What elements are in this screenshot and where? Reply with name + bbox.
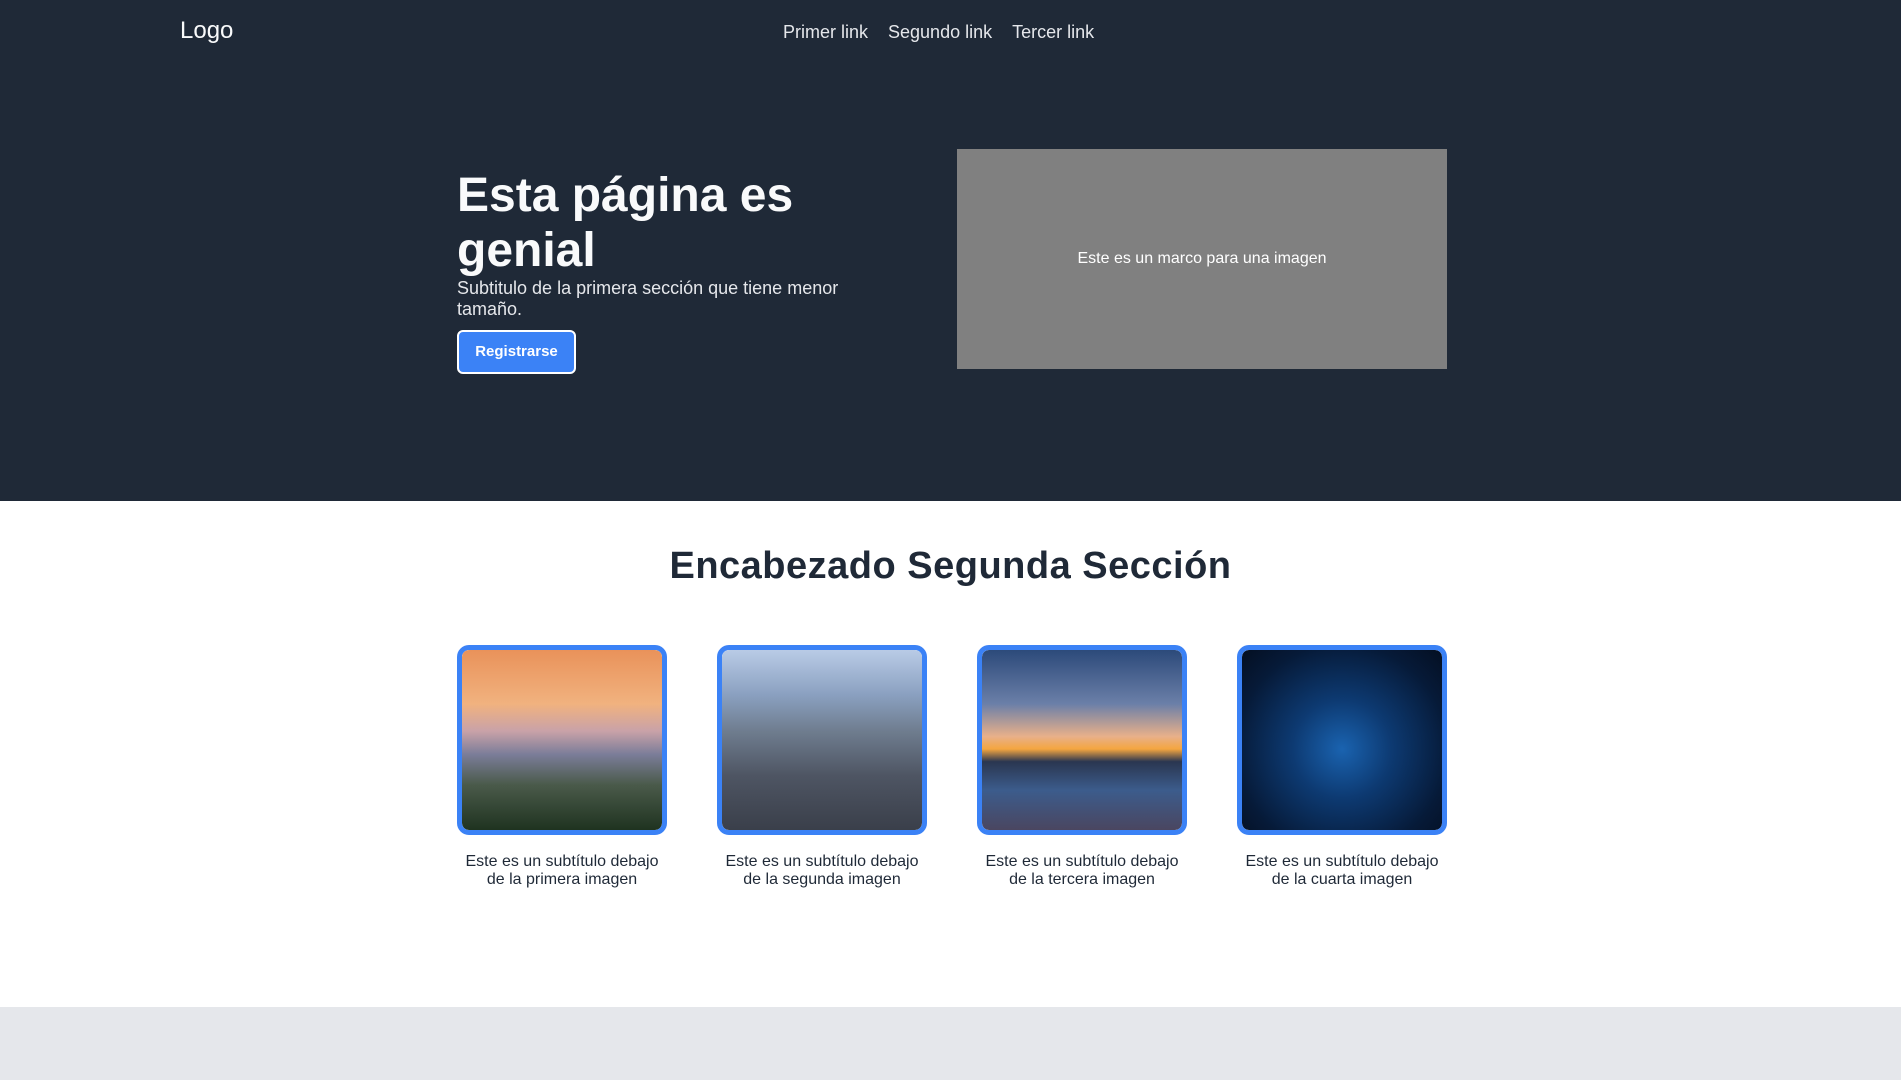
card-image xyxy=(457,645,667,835)
register-button[interactable]: Registrarse xyxy=(457,330,576,374)
card: Este es un subtítulo debajo de la segund… xyxy=(717,645,927,889)
card-caption: Este es un subtítulo debajo de la tercer… xyxy=(985,853,1179,888)
second-section: Encabezado Segunda Sección Este es un su… xyxy=(0,501,1901,1007)
mountain-sunset-image xyxy=(462,650,662,830)
card-image xyxy=(717,645,927,835)
image-frame-label: Este es un marco para una imagen xyxy=(1077,250,1327,267)
blue-nebula-image xyxy=(1242,650,1442,830)
card-grid: Este es un subtítulo debajo de la primer… xyxy=(457,645,1447,889)
logo[interactable]: Logo xyxy=(180,17,233,45)
nav-link-tercer[interactable]: Tercer link xyxy=(1012,22,1094,43)
hero-title: Esta página es genial xyxy=(457,169,794,277)
ocean-sunset-image xyxy=(982,650,1182,830)
card-caption: Este es un subtítulo debajo de la segund… xyxy=(725,853,919,888)
nav-link-segundo[interactable]: Segundo link xyxy=(888,22,992,43)
image-frame: Este es un marco para una imagen xyxy=(957,149,1447,369)
nav-link-primer[interactable]: Primer link xyxy=(783,22,868,43)
section-heading: Encabezado Segunda Sección xyxy=(669,545,1232,587)
card-image xyxy=(1237,645,1447,835)
card: Este es un subtítulo debajo de la primer… xyxy=(457,645,667,889)
card: Este es un subtítulo debajo de la tercer… xyxy=(977,645,1187,889)
main-nav: Primer link Segundo link Tercer link xyxy=(783,22,1094,43)
card-image xyxy=(977,645,1187,835)
card-caption: Este es un subtítulo debajo de la primer… xyxy=(465,853,659,888)
card-caption: Este es un subtítulo debajo de la cuarta… xyxy=(1245,853,1439,888)
city-skyline-image xyxy=(722,650,922,830)
footer xyxy=(0,1007,1901,1080)
hero-subtitle: Subtitulo de la primera sección que tien… xyxy=(457,278,839,319)
hero-text: Esta página es genial Subtitulo de la pr… xyxy=(457,168,857,374)
card: Este es un subtítulo debajo de la cuarta… xyxy=(1237,645,1447,889)
hero-section: Logo Primer link Segundo link Tercer lin… xyxy=(0,0,1901,501)
